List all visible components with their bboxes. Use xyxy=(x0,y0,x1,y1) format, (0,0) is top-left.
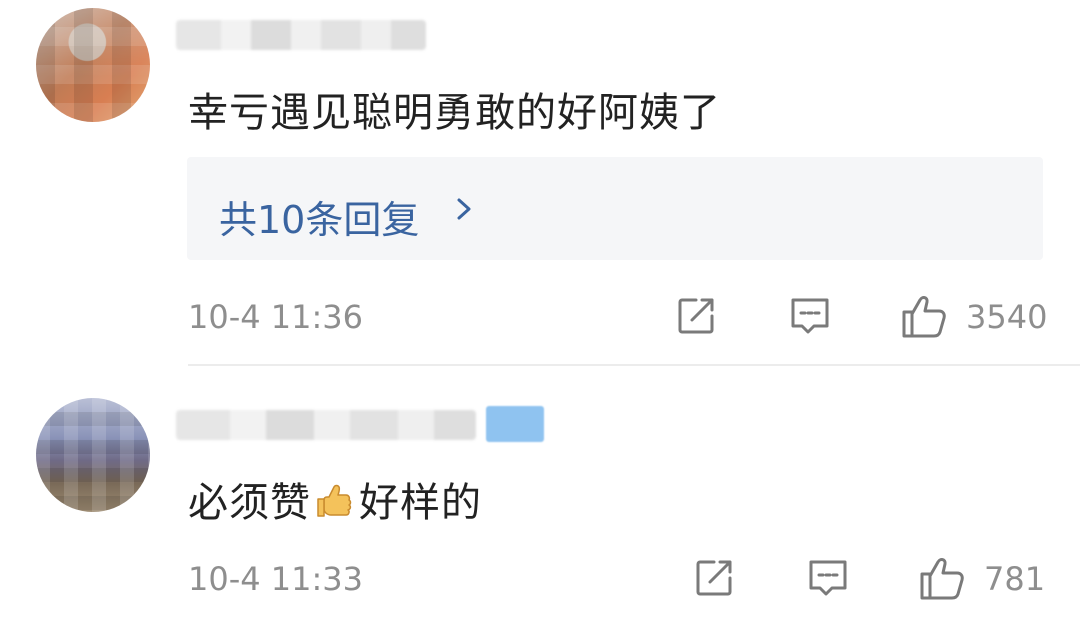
username-blurred[interactable] xyxy=(176,410,476,440)
timestamp: 10-4 11:33 xyxy=(188,560,364,598)
comment-meta-row: 10-4 11:36 3540 xyxy=(0,288,1080,344)
timestamp: 10-4 11:36 xyxy=(188,298,364,336)
thumbs-up-emoji-icon xyxy=(317,484,352,517)
like-count: 3540 xyxy=(966,298,1048,336)
avatar[interactable] xyxy=(36,8,150,122)
share-icon[interactable] xyxy=(674,294,718,338)
view-replies-button[interactable]: 共10条回复 xyxy=(187,157,1043,260)
thumbs-up-icon[interactable] xyxy=(900,292,948,340)
reply-count-label: 共10条回复 xyxy=(219,198,420,242)
comment-item: 必须赞 好样的 10-4 11:33 781 xyxy=(0,366,1080,625)
username-blurred[interactable] xyxy=(176,20,426,50)
chevron-right-icon xyxy=(457,198,471,220)
comment-icon[interactable] xyxy=(788,294,832,338)
comment-meta-row: 10-4 11:33 781 xyxy=(0,550,1080,606)
comment-text: 幸亏遇见聪明勇敢的好阿姨了 xyxy=(188,90,721,136)
user-badge xyxy=(486,406,544,442)
avatar-pixelation xyxy=(36,398,150,512)
comment-item: 幸亏遇见聪明勇敢的好阿姨了 共10条回复 10-4 11:36 3540 xyxy=(0,0,1080,365)
avatar[interactable] xyxy=(36,398,150,512)
comment-text-before: 必须赞 xyxy=(188,480,311,526)
comment-list: 幸亏遇见聪明勇敢的好阿姨了 共10条回复 10-4 11:36 3540 必须赞… xyxy=(0,0,1080,625)
thumbs-up-icon[interactable] xyxy=(918,554,966,602)
like-count: 781 xyxy=(984,560,1046,598)
comment-icon[interactable] xyxy=(806,556,850,600)
share-icon[interactable] xyxy=(692,556,736,600)
comment-text-after: 好样的 xyxy=(359,480,482,526)
avatar-pixelation xyxy=(36,8,150,122)
comment-text: 必须赞 好样的 xyxy=(188,470,482,528)
